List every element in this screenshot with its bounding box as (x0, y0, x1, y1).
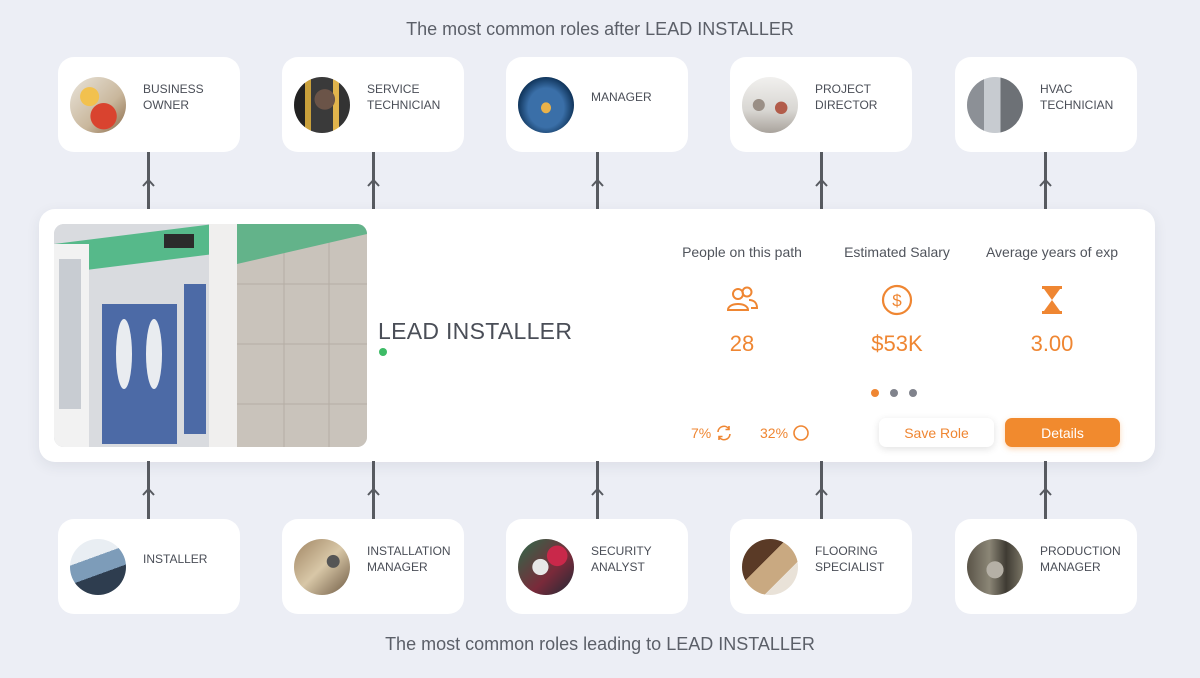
role-label: SPECIALIST (815, 559, 885, 574)
role-card-flooring-specialist[interactable]: FLOORING SPECIALIST (730, 519, 912, 614)
avatar (742, 76, 798, 133)
role-card-service-technician[interactable]: SERVICE TECHNICIAN (282, 57, 464, 152)
details-button[interactable]: Details (1005, 418, 1120, 447)
role-label: SECURITY (591, 544, 652, 558)
role-label: HVAC (1040, 82, 1073, 96)
role-label: SERVICE (367, 82, 420, 96)
role-label: DIRECTOR (815, 97, 878, 112)
arrow-up-icon (367, 487, 380, 496)
connector-line (591, 152, 604, 209)
stat-value: 3.00 (1030, 331, 1074, 356)
role-photo (54, 224, 367, 447)
connector-line (367, 152, 380, 209)
role-card-project-director[interactable]: PROJECT DIRECTOR (730, 57, 912, 152)
metric-value: 32% (760, 425, 789, 441)
stat-experience: Average years of exp 3.00 (977, 244, 1127, 357)
people-icon (726, 286, 759, 311)
role-card-production-manager[interactable]: PRODUCTION MANAGER (955, 519, 1137, 614)
avatar (294, 76, 350, 133)
role-label: MANAGER (591, 89, 652, 104)
avatar (518, 76, 574, 133)
dollar-icon: $ (881, 284, 913, 316)
avatar (70, 76, 126, 133)
arrow-up-icon (815, 178, 828, 187)
arrow-up-icon (367, 178, 380, 187)
role-label: TECHNICIAN (1040, 97, 1114, 112)
before-roles-heading: The most common roles leading to LEAD IN… (385, 634, 815, 654)
hourglass-icon (1042, 286, 1062, 314)
arrow-up-icon (142, 178, 155, 187)
avatar (70, 538, 126, 595)
role-label: BUSINESS (143, 82, 204, 96)
avatar (742, 538, 798, 595)
connector-line (1039, 152, 1052, 209)
stat-label: Estimated Salary (844, 244, 950, 260)
current-role-card: LEAD INSTALLER People on this path 28 Es… (39, 209, 1155, 462)
connector-line (142, 152, 155, 209)
stat-people: People on this path 28 (667, 244, 817, 357)
stat-salary: Estimated Salary $ $53K (822, 244, 972, 357)
arrow-up-icon (142, 487, 155, 496)
connector-line (1039, 461, 1052, 519)
role-label: TECHNICIAN (367, 97, 441, 112)
room-image (54, 224, 367, 447)
role-label: OWNER (143, 97, 189, 112)
stat-value: $53K (871, 331, 923, 356)
role-label: MANAGER (1040, 559, 1101, 574)
connector-line (367, 461, 380, 519)
connector-line (142, 461, 155, 519)
stat-value: 28 (729, 331, 755, 356)
role-label: MANAGER (367, 559, 428, 574)
circle-icon (793, 425, 809, 441)
avatar (518, 538, 574, 595)
avatar (967, 76, 1023, 133)
save-role-button[interactable]: Save Role (879, 418, 994, 447)
role-label: FLOORING (815, 544, 878, 558)
role-card-business-owner[interactable]: BUSINESS OWNER (58, 57, 240, 152)
metric-rate: 7% (691, 424, 733, 442)
avatar (294, 538, 350, 595)
role-label: INSTALLER (143, 551, 208, 566)
role-card-installer[interactable]: INSTALLER (58, 519, 240, 614)
stat-label: Average years of exp (985, 244, 1119, 260)
arrow-up-icon (591, 487, 604, 496)
connector-line (815, 152, 828, 209)
role-card-hvac-technician[interactable]: HVAC TECHNICIAN (955, 57, 1137, 152)
role-label: PROJECT (815, 82, 872, 96)
avatar (967, 538, 1023, 595)
refresh-icon (717, 425, 732, 441)
status-indicator (379, 348, 387, 356)
svg-text:$: $ (892, 291, 902, 310)
metric-value: 7% (691, 425, 712, 441)
connector-line (815, 461, 828, 519)
arrow-up-icon (1039, 178, 1052, 187)
current-role-title: LEAD INSTALLER (378, 318, 573, 344)
arrow-up-icon (591, 178, 604, 187)
carousel-dot-active[interactable] (871, 389, 879, 397)
carousel-dot[interactable] (890, 389, 898, 397)
carousel-indicator (871, 389, 917, 397)
arrow-up-icon (1039, 487, 1052, 496)
metric-share: 32% (760, 424, 810, 442)
role-label: INSTALLATION (367, 544, 451, 558)
role-label: PRODUCTION (1040, 544, 1121, 558)
connector-line (591, 461, 604, 519)
arrow-up-icon (815, 487, 828, 496)
carousel-dot[interactable] (909, 389, 917, 397)
role-card-security-analyst[interactable]: SECURITY ANALYST (506, 519, 688, 614)
role-card-installation-manager[interactable]: INSTALLATION MANAGER (282, 519, 464, 614)
stat-label: People on this path (682, 244, 802, 260)
after-roles-heading: The most common roles after LEAD INSTALL… (406, 19, 794, 39)
role-label: ANALYST (591, 559, 645, 574)
role-card-manager[interactable]: MANAGER (506, 57, 688, 152)
